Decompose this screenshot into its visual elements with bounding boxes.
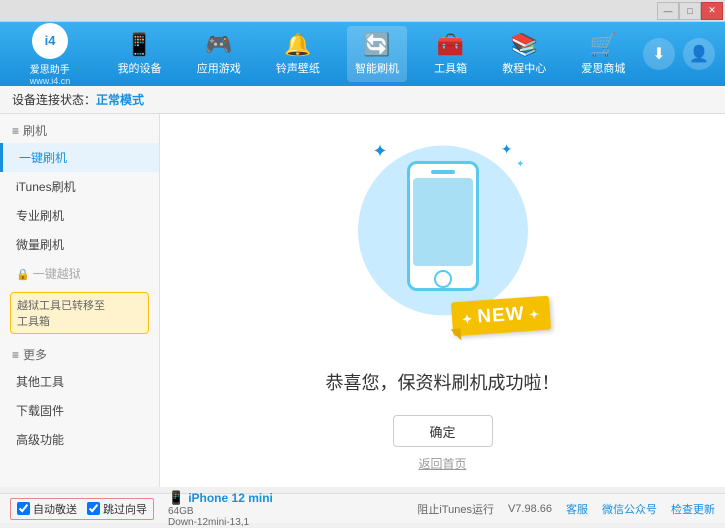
ringtone-wallpaper-icon: 🔔 [284, 32, 311, 58]
auto-send-checkbox[interactable] [17, 502, 30, 515]
check-update-link[interactable]: 检查更新 [671, 501, 715, 517]
customer-service-link[interactable]: 客服 [566, 501, 588, 517]
ribbon-tail [450, 329, 461, 342]
nav-bar: 📱 我的设备 🎮 应用游戏 🔔 铃声壁纸 🔄 智能刷机 🧰 工具箱 📚 教程中心 [100, 26, 643, 82]
sidebar-item-micro-flash[interactable]: 微量刷机 [0, 230, 159, 259]
skip-wizard-checkbox-label[interactable]: 跳过向导 [87, 501, 147, 517]
logo-icon: i4 [32, 23, 68, 59]
minimize-button[interactable]: — [657, 2, 679, 20]
sparkle-right: ✦ [501, 141, 513, 158]
phone-illustration: ✦ ✦ ✦ ✦ NEW ✦ [343, 129, 543, 349]
sidebar: ≡ 刷机 一键刷机 iTunes刷机 专业刷机 微量刷机 🔒 一键越狱 越狱工具… [0, 114, 160, 487]
sidebar-notice: 越狱工具已转移至工具箱 [10, 292, 149, 334]
titlebar: — □ ✕ [0, 0, 725, 22]
phone-screen [413, 178, 473, 266]
nav-item-toolbox[interactable]: 🧰 工具箱 [426, 26, 475, 82]
apps-games-icon: 🎮 [205, 32, 232, 58]
nav-item-shop[interactable]: 🛒 爱思商城 [573, 26, 633, 82]
flash-section-icon: ≡ [12, 124, 19, 138]
shop-icon: 🛒 [590, 32, 617, 58]
more-section-icon: ≡ [12, 348, 19, 362]
sidebar-section-more: ≡ 更多 [0, 338, 159, 367]
back-link[interactable]: 返回首页 [418, 455, 466, 472]
logo-text: 爱思助手 www.i4.cn [30, 61, 71, 86]
skip-wizard-checkbox[interactable] [87, 502, 100, 515]
tutorial-icon: 📚 [511, 32, 538, 58]
my-device-icon: 📱 [126, 32, 153, 58]
itunes-label: 阻止iTunes运行 [417, 501, 494, 517]
maximize-button[interactable]: □ [679, 2, 701, 20]
sidebar-item-advanced[interactable]: 高级功能 [0, 425, 159, 454]
nav-item-tutorial[interactable]: 📚 教程中心 [494, 26, 554, 82]
account-button[interactable]: 👤 [683, 38, 715, 70]
sidebar-item-other-tools[interactable]: 其他工具 [0, 367, 159, 396]
nav-item-apps-games[interactable]: 🎮 应用游戏 [189, 26, 249, 82]
window-controls[interactable]: — □ ✕ [657, 2, 723, 20]
download-button[interactable]: ⬇ [643, 38, 675, 70]
nav-item-my-device[interactable]: 📱 我的设备 [110, 26, 170, 82]
bottombar-left: 自动敬送 跳过向导 📱 iPhone 12 mini 64GB Down-12m… [10, 490, 417, 528]
toolbox-icon: 🧰 [437, 32, 464, 58]
smart-flash-icon: 🔄 [363, 32, 390, 58]
new-badge: ✦ NEW ✦ [451, 296, 551, 337]
phone-speaker [431, 170, 455, 174]
checkbox-group: 自动敬送 跳过向导 [10, 498, 154, 520]
sidebar-item-pro-flash[interactable]: 专业刷机 [0, 201, 159, 230]
main-layout: ≡ 刷机 一键刷机 iTunes刷机 专业刷机 微量刷机 🔒 一键越狱 越狱工具… [0, 114, 725, 487]
phone-home-button [434, 270, 452, 288]
sparkle-small: ✦ [516, 159, 524, 170]
sidebar-item-one-click-flash[interactable]: 一键刷机 [0, 143, 159, 172]
sparkle-left: ✦ [373, 141, 388, 162]
header-right-controls: ⬇ 👤 [643, 38, 715, 70]
sidebar-item-itunes-flash[interactable]: iTunes刷机 [0, 172, 159, 201]
confirm-button[interactable]: 确定 [393, 415, 493, 447]
device-model: Down-12mini-13,1 [168, 517, 273, 528]
auto-send-checkbox-label[interactable]: 自动敬送 [17, 501, 77, 517]
logo: i4 爱思助手 www.i4.cn [10, 23, 90, 86]
nav-item-smart-flash[interactable]: 🔄 智能刷机 [347, 26, 407, 82]
wechat-official-link[interactable]: 微信公众号 [602, 501, 657, 517]
bottombar-right: 阻止iTunes运行 V7.98.66 客服 微信公众号 检查更新 [417, 501, 715, 517]
header: i4 爱思助手 www.i4.cn 📱 我的设备 🎮 应用游戏 🔔 铃声壁纸 🔄… [0, 22, 725, 86]
phone-icon: 📱 [168, 490, 184, 506]
sidebar-section-flash: ≡ 刷机 [0, 114, 159, 143]
main-content: ✦ ✦ ✦ ✦ NEW ✦ 恭喜您，保资料刷机成功啦！ 确定 返回首页 [160, 114, 725, 487]
nav-item-ringtone-wallpaper[interactable]: 🔔 铃声壁纸 [268, 26, 328, 82]
success-text: 恭喜您，保资料刷机成功啦！ [326, 369, 560, 395]
device-info: 📱 iPhone 12 mini 64GB Down-12mini-13,1 [168, 490, 273, 528]
device-storage: 64GB [168, 506, 273, 517]
phone-body [407, 161, 479, 291]
bottombar: 自动敬送 跳过向导 📱 iPhone 12 mini 64GB Down-12m… [0, 493, 725, 523]
statusbar: 设备连接状态： 正常模式 [0, 86, 725, 114]
sidebar-item-download-firmware[interactable]: 下载固件 [0, 396, 159, 425]
sidebar-item-one-key-jailbreak: 🔒 一键越狱 [0, 259, 159, 288]
device-name: iPhone 12 mini [188, 491, 273, 505]
close-button[interactable]: ✕ [701, 2, 723, 20]
version-text: V7.98.66 [508, 503, 552, 515]
